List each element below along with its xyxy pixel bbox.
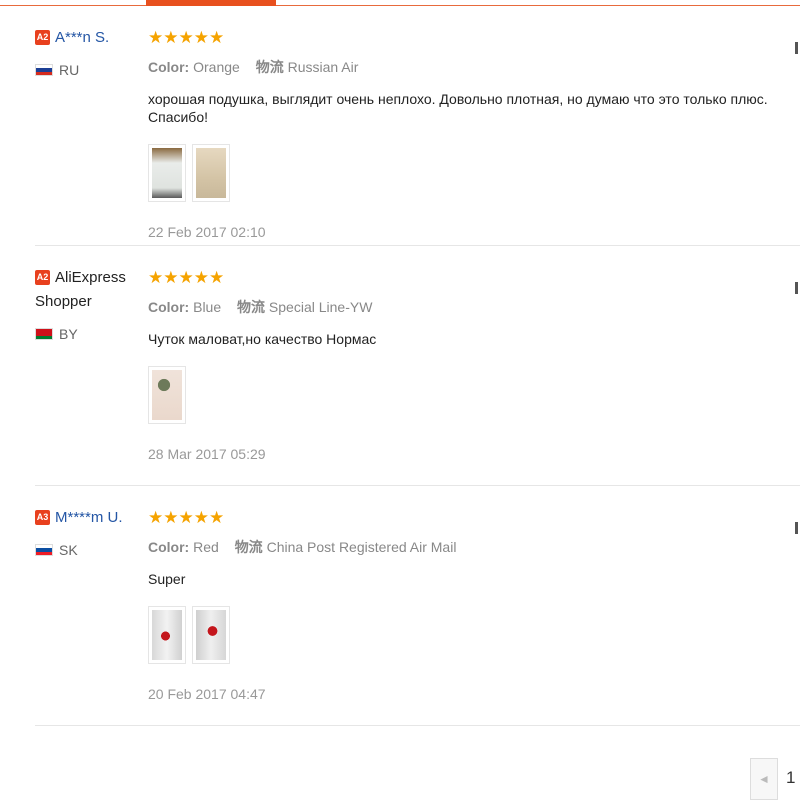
review-photos: [148, 366, 788, 424]
color-value: Blue: [193, 299, 222, 315]
buyer-info: A2 AliExpress Shopper BY: [35, 266, 140, 342]
shipping-value: China Post Registered Air Mail: [266, 539, 457, 555]
review-content: ★★★★★ Color: Blue 物流 Special Line-YW Чут…: [148, 268, 788, 462]
review-photo-thumbnail[interactable]: [148, 366, 186, 424]
shipping-label: 物流: [237, 299, 266, 315]
review-content: ★★★★★ Color: Red 物流 China Post Registere…: [148, 508, 788, 702]
review-photo-thumbnail[interactable]: [192, 606, 230, 664]
review-text: хорошая подушка, выглядит очень неплохо.…: [148, 91, 768, 125]
country-flag-icon: [35, 328, 53, 340]
buyer-info: A3 M****m U. SK: [35, 506, 140, 558]
more-options-icon[interactable]: [795, 522, 798, 534]
country-flag-icon: [35, 64, 53, 76]
review-text: Super: [148, 571, 186, 587]
star-rating: ★★★★★: [148, 268, 225, 287]
country-code: RU: [59, 62, 80, 78]
buyer-name-row: A2 AliExpress Shopper: [35, 266, 140, 314]
buyer-level-badge: A3: [35, 510, 50, 525]
buyer-name-row[interactable]: A3 M****m U.: [35, 506, 140, 530]
review-photos: [148, 606, 788, 664]
review-photo-thumbnail[interactable]: [192, 144, 230, 202]
buyer-country: SK: [35, 542, 140, 558]
color-value: Red: [193, 539, 219, 555]
review-date: 20 Feb 2017 04:47: [148, 686, 266, 702]
order-info: Color: Blue 物流 Special Line-YW: [148, 298, 788, 316]
more-options-icon[interactable]: [795, 42, 798, 54]
buyer-name[interactable]: A***n S.: [55, 29, 109, 46]
review-photos: [148, 144, 788, 202]
buyer-level-badge: A2: [35, 30, 50, 45]
country-flag-icon: [35, 544, 53, 556]
review-item: A2 AliExpress Shopper BY ★★★★★ Color: Blu…: [35, 246, 800, 486]
review-item: A3 M****m U. SK ★★★★★ Color: Red 物流 China…: [35, 486, 800, 726]
country-code: BY: [59, 326, 78, 342]
buyer-level-badge: A2: [35, 270, 50, 285]
review-text: Чуток маловат,но качество Нормас: [148, 331, 377, 347]
shipping-label: 物流: [234, 539, 263, 555]
shipping-value: Russian Air: [287, 59, 359, 75]
star-rating: ★★★★★: [148, 508, 225, 527]
page-number-current[interactable]: 1: [786, 768, 795, 788]
review-item: A2 A***n S. RU ★★★★★ Color: Orange 物流 Rus…: [35, 6, 800, 246]
color-label: Color:: [148, 59, 190, 75]
buyer-country: RU: [35, 62, 140, 78]
shipping-value: Special Line-YW: [268, 299, 373, 315]
buyer-name-row[interactable]: A2 A***n S.: [35, 26, 140, 50]
more-options-icon[interactable]: [795, 282, 798, 294]
buyer-info: A2 A***n S. RU: [35, 26, 140, 78]
shipping-label: 物流: [255, 59, 284, 75]
previous-page-button[interactable]: ◄: [750, 758, 778, 800]
buyer-country: BY: [35, 326, 140, 342]
color-label: Color:: [148, 299, 190, 315]
buyer-name[interactable]: M****m U.: [55, 509, 123, 526]
review-photo-thumbnail[interactable]: [148, 606, 186, 664]
star-rating: ★★★★★: [148, 28, 225, 47]
order-info: Color: Orange 物流 Russian Air: [148, 58, 788, 76]
color-label: Color:: [148, 539, 190, 555]
review-content: ★★★★★ Color: Orange 物流 Russian Air хорош…: [148, 28, 788, 240]
pagination: ◄ 1: [750, 758, 800, 800]
order-info: Color: Red 物流 China Post Registered Air …: [148, 538, 788, 556]
review-date: 28 Mar 2017 05:29: [148, 446, 266, 462]
review-date: 22 Feb 2017 02:10: [148, 224, 266, 240]
color-value: Orange: [193, 59, 240, 75]
review-photo-thumbnail[interactable]: [148, 144, 186, 202]
country-code: SK: [59, 542, 78, 558]
